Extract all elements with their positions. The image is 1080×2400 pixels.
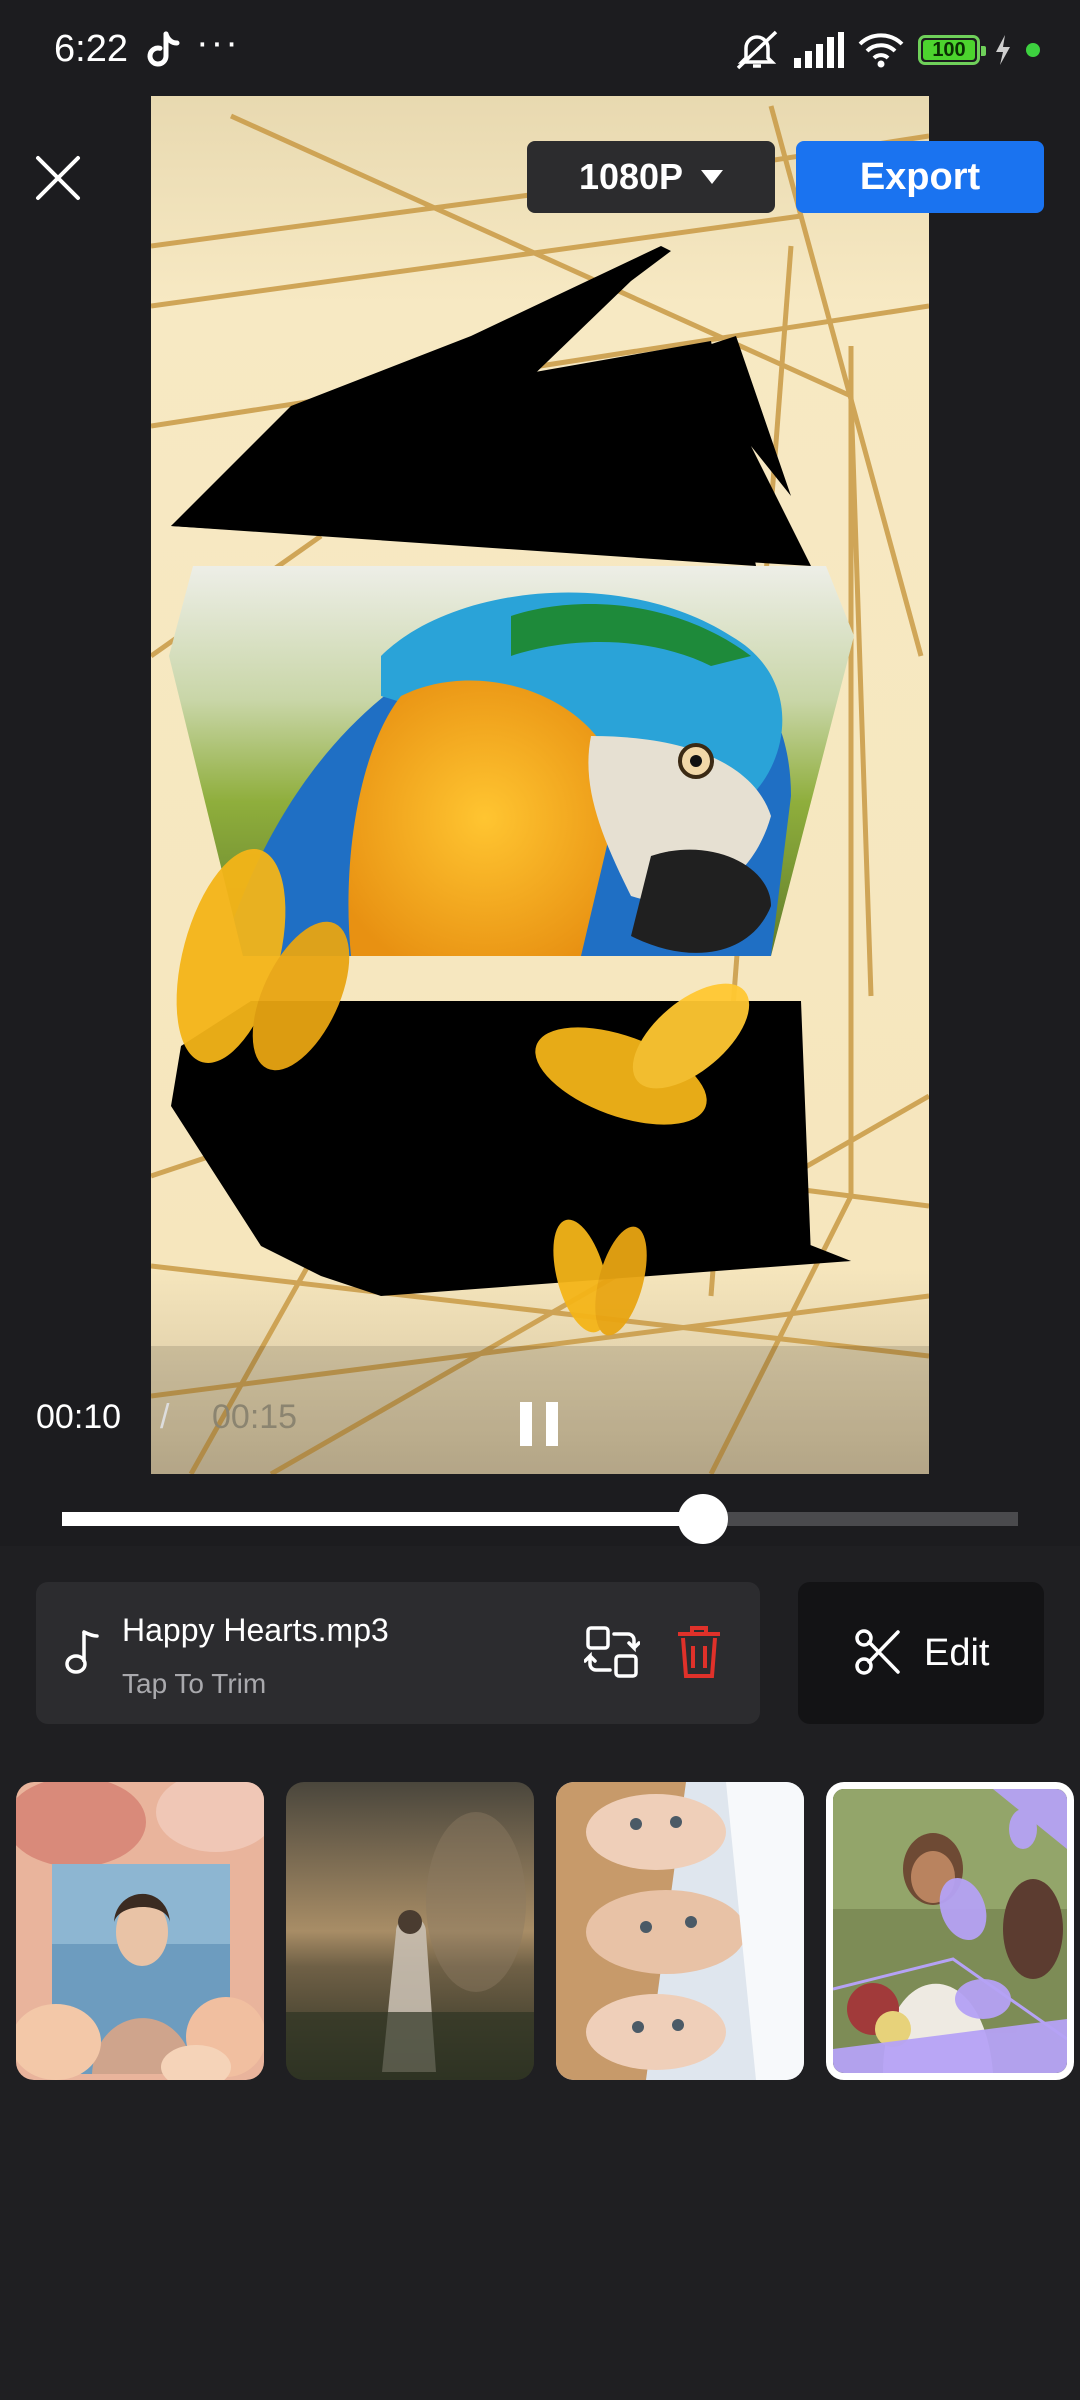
template-thumbnail-4-selected[interactable] [826, 1782, 1074, 2080]
delete-music-icon[interactable] [676, 1624, 722, 1680]
template-thumbnail-2[interactable] [286, 1782, 534, 2080]
edit-label: Edit [924, 1632, 990, 1674]
tiktok-icon [147, 31, 180, 67]
current-time: 00:10 [36, 1398, 122, 1436]
more-notifications-icon: ··· [196, 22, 240, 64]
music-note-icon [65, 1630, 99, 1674]
export-button[interactable]: Export [796, 141, 1044, 213]
seek-progress [62, 1512, 703, 1526]
template-thumbnail-3[interactable] [556, 1782, 804, 2080]
resolution-dropdown[interactable]: 1080P [527, 141, 775, 213]
resolution-label: 1080P [578, 156, 684, 197]
replace-music-icon[interactable] [584, 1624, 640, 1680]
dropdown-caret-icon [701, 170, 724, 184]
status-time: 6:22 [54, 28, 128, 70]
time-separator: / [160, 1398, 170, 1436]
privacy-indicator-dot [1026, 43, 1040, 57]
edit-button[interactable]: Edit [798, 1582, 1044, 1724]
close-icon[interactable] [30, 150, 86, 206]
mute-icon [736, 30, 778, 70]
scissors-icon [855, 1629, 900, 1675]
battery-icon: 100 [918, 35, 986, 65]
status-bar: 6:22 ··· 100 [0, 0, 1080, 100]
pause-icon[interactable] [520, 1402, 558, 1446]
seek-handle[interactable] [677, 1494, 728, 1544]
signal-icon [794, 32, 844, 68]
charging-icon [996, 35, 1010, 65]
seek-bar[interactable] [62, 1494, 1018, 1544]
wifi-icon [858, 33, 904, 68]
total-time: 00:15 [212, 1398, 298, 1436]
template-strip [0, 1782, 1080, 2082]
battery-level: 100 [932, 38, 966, 61]
template-thumbnail-1[interactable] [16, 1782, 264, 2080]
music-title: Happy Hearts.mp3 [122, 1612, 389, 1648]
music-track-card[interactable]: Happy Hearts.mp3 Tap To Trim [36, 1582, 760, 1724]
music-trim-hint[interactable]: Tap To Trim [122, 1668, 266, 1700]
preview-artwork [151, 96, 929, 1474]
video-preview[interactable] [151, 96, 929, 1474]
